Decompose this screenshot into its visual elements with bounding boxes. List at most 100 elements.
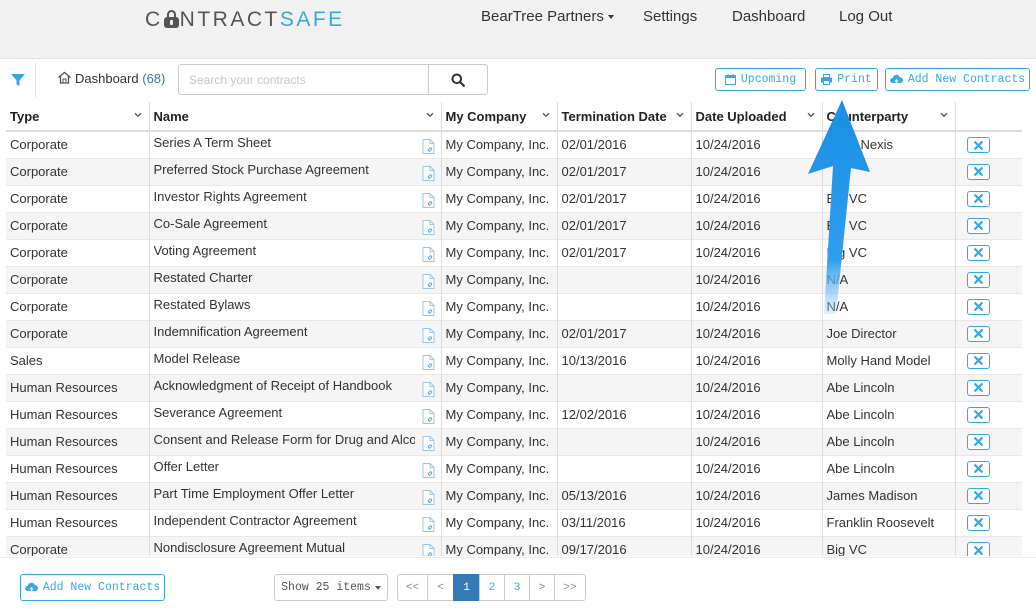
delete-contract-button[interactable] [966, 514, 990, 531]
nav-dashboard[interactable]: Dashboard [732, 8, 805, 25]
table-row[interactable]: Human Resources Acknowledgment of Receipt… [6, 373, 1022, 401]
delete-contract-button[interactable] [966, 433, 990, 450]
add-new-contracts-bottom-button[interactable]: Add New Contracts [20, 574, 165, 601]
name-cell[interactable]: Nondisclosure Agreement Mutual [149, 535, 442, 557]
document-icon[interactable] [422, 246, 435, 262]
table-row[interactable]: Corporate Indemnification Agreement My Com… [6, 319, 1022, 347]
contract-name[interactable]: Part Time Employment Offer Letter [154, 486, 415, 501]
page-3-button[interactable]: 3 [504, 574, 530, 601]
first-page-button[interactable]: << [397, 574, 428, 601]
document-icon[interactable] [422, 192, 435, 208]
delete-contract-button[interactable] [966, 406, 990, 423]
table-row[interactable]: Corporate Restated Bylaws My Company, Inc.… [6, 292, 1022, 320]
delete-contract-button[interactable] [966, 298, 990, 315]
contract-name[interactable]: Co-Sale Agreement [154, 216, 415, 231]
nav-logout[interactable]: Log Out [839, 8, 892, 25]
add-new-contracts-button[interactable]: Add New Contracts [885, 68, 1030, 91]
contract-name[interactable]: Investor Rights Agreement [154, 189, 415, 204]
page-2-button[interactable]: 2 [479, 574, 505, 601]
col-counterparty-header[interactable]: Counterparty [822, 102, 956, 132]
document-icon[interactable] [422, 300, 435, 316]
col-name-header[interactable]: Name [149, 102, 442, 132]
contract-name[interactable]: Model Release [154, 351, 415, 366]
name-cell[interactable]: Restated Bylaws [149, 292, 442, 320]
table-row[interactable]: Corporate Series A Term Sheet My Company, … [6, 130, 1022, 158]
contract-name[interactable]: Voting Agreement [154, 243, 415, 258]
contract-name[interactable]: Offer Letter [154, 459, 415, 474]
delete-contract-button[interactable] [966, 163, 990, 180]
account-menu[interactable]: BearTree Partners [481, 8, 614, 25]
delete-contract-button[interactable] [966, 137, 990, 154]
nav-settings[interactable]: Settings [643, 8, 697, 25]
name-cell[interactable]: Offer Letter [149, 454, 442, 482]
col-termination-date-header[interactable]: Termination Date [557, 102, 692, 132]
document-icon[interactable] [422, 354, 435, 370]
table-row[interactable]: Human Resources Offer Letter My Company, I… [6, 454, 1022, 482]
chevron-down-icon[interactable] [675, 112, 684, 118]
name-cell[interactable]: Co-Sale Agreement [149, 211, 442, 239]
document-icon[interactable] [422, 408, 435, 424]
table-row[interactable]: Human Resources Independent Contractor Ag… [6, 508, 1022, 536]
name-cell[interactable]: Severance Agreement [149, 400, 442, 428]
contractsafe-logo[interactable]: C NTRACTSAFE [145, 8, 345, 32]
contract-name[interactable]: Acknowledgment of Receipt of Handbook [154, 378, 415, 393]
contract-name[interactable]: Indemnification Agreement [154, 324, 415, 339]
document-icon[interactable] [422, 139, 435, 154]
contract-name[interactable]: Independent Contractor Agreement [154, 513, 415, 528]
table-row[interactable]: Sales Model Release My Company, Inc. 10/13/… [6, 346, 1022, 374]
name-cell[interactable]: Voting Agreement [149, 238, 442, 266]
next-page-button[interactable]: > [529, 574, 555, 601]
name-cell[interactable]: Acknowledgment of Receipt of Handbook [149, 373, 442, 401]
name-cell[interactable]: Preferred Stock Purchase Agreement [149, 157, 442, 185]
search-input[interactable] [178, 64, 429, 95]
name-cell[interactable]: Series A Term Sheet [149, 130, 442, 158]
table-row[interactable]: Human Resources Severance Agreement My Com… [6, 400, 1022, 428]
name-cell[interactable]: Independent Contractor Agreement [149, 508, 442, 536]
last-page-button[interactable]: >> [554, 574, 586, 601]
document-icon[interactable] [422, 543, 435, 557]
contract-name[interactable]: Consent and Release Form for Drug and Al… [154, 432, 415, 447]
page-1-button[interactable]: 1 [453, 574, 480, 601]
name-cell[interactable]: Indemnification Agreement [149, 319, 442, 347]
document-icon[interactable] [422, 327, 435, 343]
col-type-header[interactable]: Type [6, 102, 150, 132]
chevron-down-icon[interactable] [541, 112, 550, 118]
table-row[interactable]: Corporate Investor Rights Agreement My Com… [6, 184, 1022, 212]
name-cell[interactable]: Investor Rights Agreement [149, 184, 442, 212]
contract-name[interactable]: Series A Term Sheet [154, 135, 415, 150]
funnel-icon[interactable] [10, 72, 26, 88]
delete-contract-button[interactable] [966, 487, 990, 504]
document-icon[interactable] [422, 489, 435, 505]
delete-contract-button[interactable] [966, 217, 990, 234]
table-row[interactable]: Corporate Restated Charter My Company, Inc… [6, 265, 1022, 293]
document-icon[interactable] [422, 219, 435, 235]
upcoming-button[interactable]: Upcoming [715, 68, 806, 91]
document-icon[interactable] [422, 273, 435, 289]
delete-contract-button[interactable] [966, 325, 990, 342]
chevron-down-icon[interactable] [806, 112, 815, 118]
contract-name[interactable]: Severance Agreement [154, 405, 415, 420]
delete-contract-button[interactable] [966, 460, 990, 477]
document-icon[interactable] [422, 165, 435, 181]
search-button[interactable] [428, 64, 488, 95]
contract-name[interactable]: Nondisclosure Agreement Mutual [154, 540, 415, 555]
prev-page-button[interactable]: < [427, 574, 454, 601]
document-icon[interactable] [422, 381, 435, 397]
table-row[interactable]: Corporate Nondisclosure Agreement Mutual M… [6, 535, 1022, 557]
table-row[interactable]: Corporate Preferred Stock Purchase Agreem… [6, 157, 1022, 185]
name-cell[interactable]: Restated Charter [149, 265, 442, 293]
contract-name[interactable]: Restated Bylaws [154, 297, 415, 312]
col-date-uploaded-header[interactable]: Date Uploaded [691, 102, 823, 132]
document-icon[interactable] [422, 462, 435, 478]
table-row[interactable]: Corporate Co-Sale Agreement My Company, In… [6, 211, 1022, 239]
delete-contract-button[interactable] [966, 542, 990, 556]
col-my-company-header[interactable]: My Company [441, 102, 558, 132]
document-icon[interactable] [422, 435, 435, 451]
document-icon[interactable] [422, 516, 435, 532]
name-cell[interactable]: Part Time Employment Offer Letter [149, 481, 442, 509]
dashboard-breadcrumb[interactable]: Dashboard (68) [57, 71, 165, 86]
contract-name[interactable]: Preferred Stock Purchase Agreement [154, 162, 415, 177]
delete-contract-button[interactable] [966, 352, 990, 369]
delete-contract-button[interactable] [966, 244, 990, 261]
delete-contract-button[interactable] [966, 271, 990, 288]
